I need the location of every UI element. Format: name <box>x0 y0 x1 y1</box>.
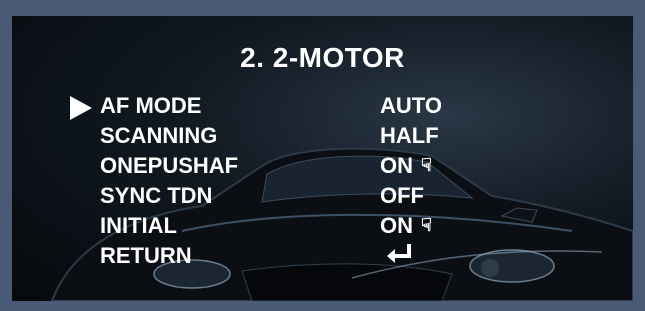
menu-item-label: ONEPUSHAF <box>100 153 239 178</box>
menu-item-value[interactable]: OFF <box>380 183 424 209</box>
menu-item-label: INITIAL <box>100 213 177 238</box>
menu-item-value: ON <box>380 213 413 238</box>
menu-item-value[interactable]: HALF <box>380 123 439 149</box>
monitor-frame: 2. 2-MOTOR AF MODE AUTO SCANNING HALF ON… <box>0 0 645 311</box>
hand-pointer-icon: ☟ <box>421 215 432 235</box>
enter-return-icon[interactable] <box>385 242 413 266</box>
menu-item-af-mode[interactable]: AF MODE AUTO <box>12 93 633 121</box>
menu-item-sync-tdn[interactable]: SYNC TDN OFF <box>12 183 633 211</box>
hand-pointer-icon: ☟ <box>421 155 432 175</box>
selection-cursor-icon <box>70 96 92 120</box>
menu-item-label: RETURN <box>100 243 192 268</box>
menu-title: 2. 2-MOTOR <box>240 42 405 73</box>
menu-item-value-wrap[interactable]: ON ☟ <box>380 153 432 179</box>
menu-item-label: AF MODE <box>100 93 202 118</box>
osd-screen: 2. 2-MOTOR AF MODE AUTO SCANNING HALF ON… <box>12 16 633 301</box>
menu-item-label: SYNC TDN <box>100 183 213 208</box>
menu-item-scanning[interactable]: SCANNING HALF <box>12 123 633 151</box>
menu-item-onepushaf[interactable]: ONEPUSHAF ON ☟ <box>12 153 633 181</box>
menu-item-label: SCANNING <box>100 123 218 148</box>
menu-item-return[interactable]: RETURN <box>12 243 633 271</box>
menu-item-value: ON <box>380 153 413 178</box>
menu-item-value[interactable]: AUTO <box>380 93 442 119</box>
menu-item-initial[interactable]: INITIAL ON ☟ <box>12 213 633 241</box>
menu-item-value-wrap[interactable]: ON ☟ <box>380 213 432 239</box>
